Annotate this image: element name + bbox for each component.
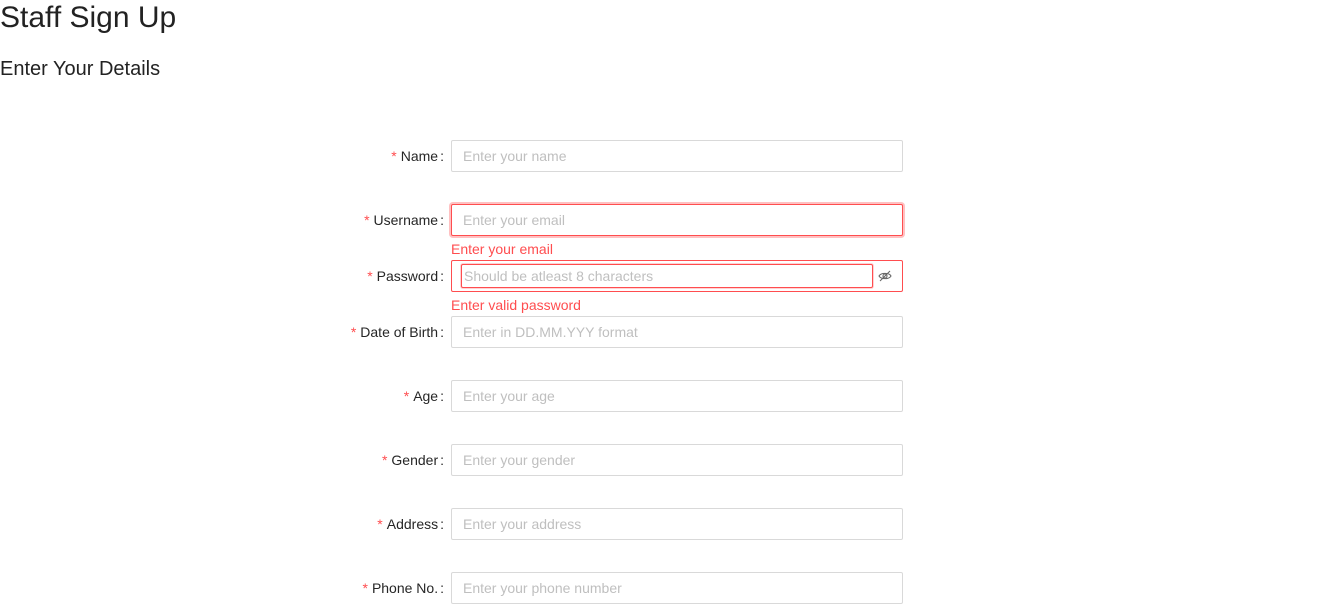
- age-input[interactable]: [451, 380, 903, 412]
- form-row-phone: * Phone No.:: [300, 572, 903, 604]
- phone-label-text: Phone No.: [371, 580, 439, 596]
- age-label-text: Age: [413, 388, 439, 404]
- dob-label-text: Date of Birth: [360, 324, 439, 340]
- required-mark: *: [367, 268, 373, 284]
- name-input[interactable]: [451, 140, 903, 172]
- username-label-text: Username: [373, 212, 439, 228]
- password-input[interactable]: [461, 264, 873, 288]
- form-row-username: * Username: Enter your email: [300, 204, 903, 257]
- password-error-message: Enter valid password: [451, 297, 581, 313]
- password-label-text: Password: [376, 268, 439, 284]
- label-colon: :: [440, 452, 444, 468]
- form-row-gender: * Gender:: [300, 444, 903, 476]
- phone-label: * Phone No.:: [362, 572, 444, 604]
- required-mark: *: [364, 212, 370, 228]
- gender-input[interactable]: [451, 444, 903, 476]
- label-colon: :: [440, 388, 444, 404]
- username-error-message: Enter your email: [451, 241, 553, 257]
- password-label: * Password:: [367, 260, 444, 292]
- label-colon: :: [440, 268, 444, 284]
- age-label: * Age:: [404, 380, 444, 412]
- label-colon: :: [440, 148, 444, 164]
- form-row-password: * Password: Enter valid password: [300, 260, 903, 313]
- name-label: * Name:: [391, 140, 444, 172]
- address-input[interactable]: [451, 508, 903, 540]
- gender-label: * Gender:: [382, 444, 444, 476]
- page-title: Staff Sign Up: [0, 1, 177, 34]
- form-row-age: * Age:: [300, 380, 903, 412]
- required-mark: *: [377, 516, 383, 532]
- page-subtitle: Enter Your Details: [0, 58, 161, 80]
- gender-label-text: Gender: [391, 452, 439, 468]
- label-colon: :: [440, 580, 444, 596]
- eye-invisible-icon[interactable]: [878, 269, 892, 283]
- username-input[interactable]: [451, 204, 903, 236]
- name-label-text: Name: [400, 148, 439, 164]
- dob-input[interactable]: [451, 316, 903, 348]
- address-label-text: Address: [386, 516, 439, 532]
- form-row-address: * Address:: [300, 508, 903, 540]
- label-colon: :: [440, 212, 444, 228]
- address-label: * Address:: [377, 508, 444, 540]
- required-mark: *: [381, 452, 388, 468]
- form-row-name: * Name:: [300, 140, 903, 172]
- required-mark: *: [403, 388, 410, 404]
- username-label: * Username:: [364, 204, 444, 236]
- phone-input[interactable]: [451, 572, 903, 604]
- required-mark: *: [362, 580, 368, 596]
- required-mark: *: [391, 148, 397, 164]
- password-field: [451, 260, 903, 292]
- dob-label: * Date of Birth:: [351, 316, 444, 348]
- label-colon: :: [440, 324, 444, 340]
- form-row-dob: * Date of Birth:: [300, 316, 903, 348]
- required-mark: *: [350, 324, 357, 340]
- label-colon: :: [440, 516, 444, 532]
